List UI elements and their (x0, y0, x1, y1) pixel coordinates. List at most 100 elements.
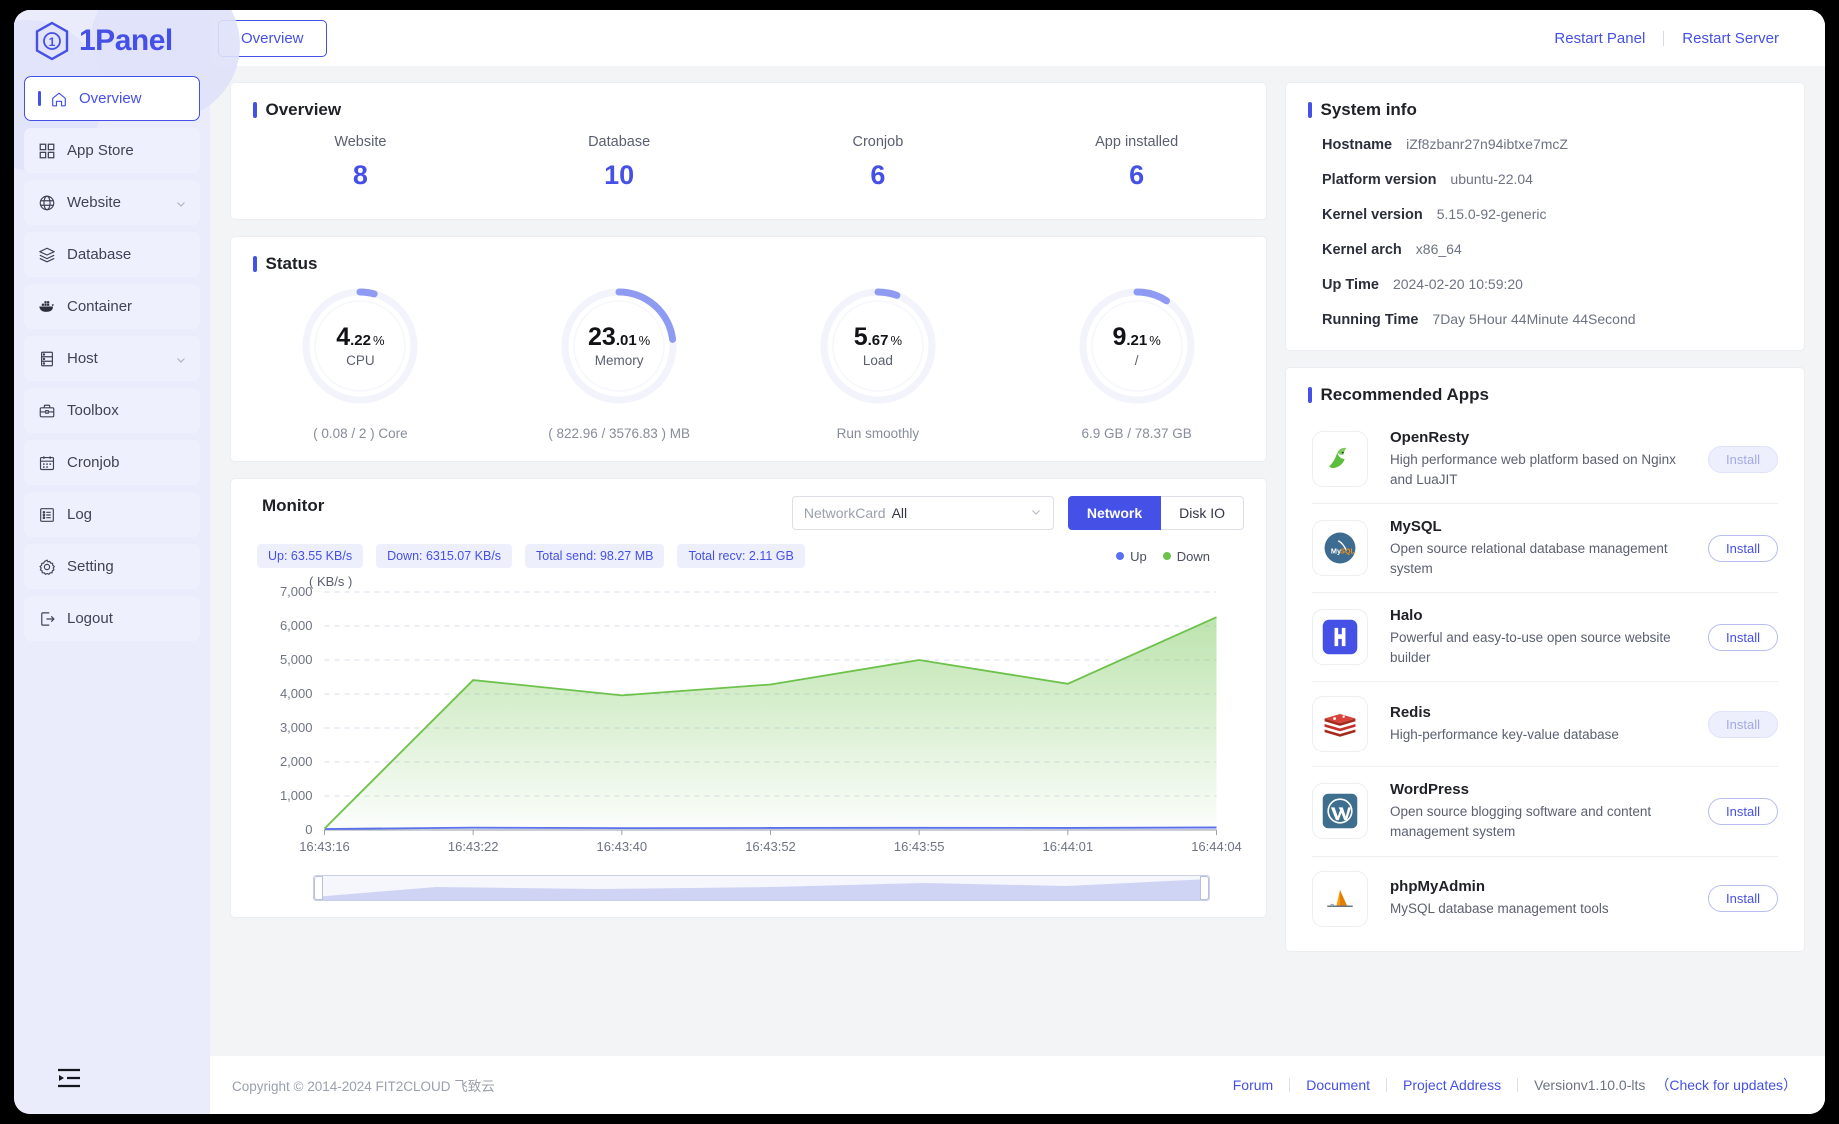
gauge-unit: % (372, 332, 385, 348)
restart-panel-link[interactable]: Restart Panel (1536, 30, 1663, 47)
legend-item-up[interactable]: Up (1116, 549, 1147, 564)
sysinfo-key: Hostname (1322, 137, 1393, 153)
gauge-name: Memory (594, 352, 644, 368)
app-row-redis[interactable]: Redis High-performance key-value databas… (1312, 682, 1778, 768)
collapse-menu-icon[interactable] (56, 1067, 82, 1094)
install-button[interactable]: Install (1708, 623, 1778, 651)
gauge-value: 23.01% Memory (561, 288, 677, 404)
sysinfo-key: Running Time (1322, 312, 1419, 328)
app-name: WordPress (1390, 781, 1469, 799)
svg-text:16:44:04: 16:44:04 (1191, 839, 1242, 854)
app-name: OpenResty (1390, 429, 1470, 446)
sysinfo-key: Kernel version (1322, 207, 1423, 223)
install-button[interactable]: Install (1708, 445, 1778, 473)
networkcard-select[interactable]: NetworkCard All (791, 496, 1054, 530)
app-row-halo[interactable]: Halo Powerful and easy-to-use open sourc… (1312, 593, 1778, 683)
footer-link-project-address[interactable]: Project Address (1387, 1077, 1517, 1093)
sidebar-item-overview[interactable]: Overview (24, 76, 200, 121)
legend-item-down[interactable]: Down (1162, 549, 1210, 564)
overview-card: Overview Website 8 Database 10 Cronjob 6… (230, 82, 1267, 220)
sidebar-item-app-store[interactable]: App Store (24, 128, 200, 173)
stat-label: Cronjob (852, 134, 904, 150)
monitor-card: Monitor NetworkCard All Network Disk IO … (230, 478, 1267, 918)
tab-network[interactable]: Network (1067, 496, 1162, 530)
app-name: Halo (1390, 607, 1423, 625)
sidebar-item-setting[interactable]: Setting (24, 544, 200, 589)
sidebar-item-logout[interactable]: Logout (24, 596, 200, 641)
sysinfo-row-kernel-version: Kernel version 5.15.0-92-generic (1322, 206, 1782, 223)
restart-server-link[interactable]: Restart Server (1664, 30, 1797, 47)
svg-text:6,000: 6,000 (280, 618, 313, 633)
check-updates-link[interactable]: （Check for updates） (1655, 1075, 1797, 1095)
scrollbar-handle-left[interactable] (314, 876, 323, 900)
sidebar: 1 1Panel Overview App Store Website Data… (14, 10, 240, 1114)
app-desc: Open source relational database manageme… (1390, 541, 1668, 576)
install-button[interactable]: Install (1708, 710, 1778, 738)
app-text: Redis High-performance key-value databas… (1390, 704, 1686, 745)
svg-text:7,000: 7,000 (280, 584, 313, 599)
sysinfo-row-kernel-arch: Kernel arch x86_64 (1322, 241, 1782, 258)
grid-apps-icon (37, 141, 56, 160)
legend-dot-up (1116, 552, 1125, 560)
svg-text:16:43:52: 16:43:52 (745, 839, 796, 854)
install-button[interactable]: Install (1708, 534, 1778, 562)
legend-label: Up (1130, 548, 1147, 564)
install-button[interactable]: Install (1708, 797, 1778, 825)
app-desc: High-performance key-value database (1390, 727, 1619, 743)
sidebar-item-host[interactable]: Host (24, 336, 200, 381)
network-area-chart[interactable]: 0 1,000 2,000 3,000 4,000 5,000 6,000 7,000 16:4… (253, 576, 1244, 864)
app-text: Halo Powerful and easy-to-use open sourc… (1390, 607, 1686, 667)
active-indicator (38, 91, 41, 106)
sidebar-item-container[interactable]: Container (24, 284, 200, 329)
monitor-type-toggle: Network Disk IO (1067, 496, 1244, 530)
sidebar-footer (14, 1046, 210, 1114)
app-row-phpmyadmin[interactable]: phpMyAdmin MySQL database management too… (1312, 857, 1778, 941)
svg-text:5,000: 5,000 (280, 652, 313, 667)
gauge-load: 5.67% Load Run smoothly (749, 288, 1008, 441)
app-name: MySQL (1390, 518, 1442, 536)
svg-text:1: 1 (49, 35, 56, 49)
chart-range-scrollbar[interactable] (313, 875, 1210, 901)
scrollbar-handle-right[interactable] (1200, 876, 1209, 900)
chip-total-recv: Total recv: 2.11 GB (677, 544, 805, 568)
networkcard-value: All (891, 505, 908, 521)
sidebar-item-database[interactable]: Database (24, 232, 200, 277)
sysinfo-value: 7Day 5Hour 44Minute 44Second (1432, 311, 1636, 327)
gauge-int: 23 (588, 322, 616, 351)
gauge-subtext: 6.9 GB / 78.37 GB (1081, 426, 1192, 441)
sysinfo-row-running-time: Running Time 7Day 5Hour 44Minute 44Secon… (1322, 311, 1782, 328)
title-bar-accent (1308, 387, 1312, 403)
stat-website[interactable]: Website 8 (231, 134, 490, 191)
sidebar-item-website[interactable]: Website (24, 180, 200, 225)
log-list-icon (37, 505, 56, 524)
app-name: phpMyAdmin (1390, 878, 1485, 896)
app-desc: Powerful and easy-to-use open source web… (1390, 630, 1671, 665)
monitor-header: Monitor NetworkCard All Network Disk IO (231, 479, 1266, 530)
status-title-label: Status (265, 254, 318, 273)
svg-text:2,000: 2,000 (280, 754, 313, 769)
sidebar-item-cronjob[interactable]: Cronjob (24, 440, 200, 485)
brand-name: 1Panel (79, 24, 173, 57)
monitor-chart-wrap: ( KB/s ) 0 1,000 2,000 3,000 4,000 5,000 6,000… (231, 568, 1266, 917)
footer-link-document[interactable]: Document (1290, 1077, 1386, 1093)
footer-link-forum[interactable]: Forum (1217, 1077, 1289, 1093)
install-button[interactable]: Install (1708, 885, 1778, 912)
sidebar-item-toolbox[interactable]: Toolbox (24, 388, 200, 433)
stat-app-installed[interactable]: App installed 6 (1007, 134, 1266, 191)
app-row-openresty[interactable]: OpenResty High performance web platform … (1312, 415, 1778, 505)
topbar-actions: Restart Panel Restart Server (1536, 30, 1797, 47)
topbar: Overview Restart Panel Restart Server (210, 10, 1825, 66)
brand: 1 1Panel (14, 10, 210, 72)
sidebar-item-log[interactable]: Log (24, 492, 200, 537)
stat-database[interactable]: Database 10 (490, 134, 749, 191)
system-info-rows: Hostname iZf8zbanr27n94ibtxe7mcZ Platfor… (1286, 120, 1804, 350)
stat-cronjob[interactable]: Cronjob 6 (749, 134, 1008, 191)
sysinfo-value: 2024-02-20 10:59:20 (1392, 276, 1523, 292)
app-row-mysql[interactable]: My SQL MySQL Open source relational data… (1312, 504, 1778, 594)
sysinfo-key: Platform version (1322, 172, 1437, 188)
recommended-apps-card: Recommended Apps OpenResty High performa… (1285, 367, 1805, 952)
gauge-name: / (1134, 352, 1139, 368)
app-row-wordpress[interactable]: WordPress Open source blogging software … (1312, 767, 1778, 857)
gauge-ring: 9.21% / (1079, 288, 1195, 404)
tab-disk-io[interactable]: Disk IO (1161, 496, 1244, 530)
